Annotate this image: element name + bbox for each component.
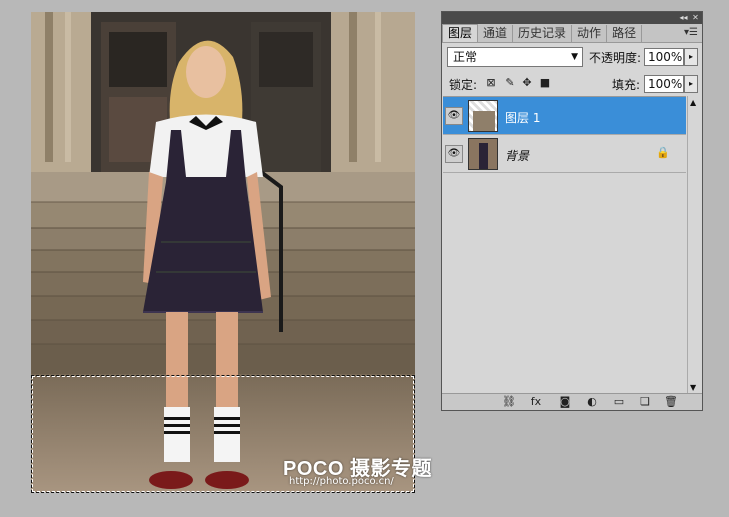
watermark-url: http://photo.poco.cn/ [289,476,394,487]
layers-list: 👁 图层 1 👁 背景 🔒 [443,96,686,395]
lock-image-icon[interactable]: ✎ [503,76,517,90]
close-icon[interactable]: ✕ [691,13,700,22]
scroll-up-icon[interactable]: ▲ [690,98,696,107]
panel-menu-icon[interactable]: ▾☰ [684,27,698,38]
new-group-icon[interactable]: ▭ [612,395,626,409]
layer-name[interactable]: 背景 [505,147,529,164]
opacity-slider-button[interactable]: ▸ [684,48,698,66]
layer-row-layer1[interactable]: 👁 图层 1 [443,97,686,135]
layer-thumbnail [468,138,498,170]
panel-bottom-toolbar: ⛓ fx ◙ ◐ ▭ ❏ 🗑 [442,393,702,410]
new-layer-icon[interactable]: ❏ [638,395,652,409]
fill-label: 填充: [612,78,641,92]
layers-panel: ◂◂ ✕ 图层 通道 历史记录 动作 路径 ▾☰ 正常 ▼ 不透明度: 100%… [441,11,703,411]
tab-history[interactable]: 历史记录 [513,25,573,42]
layer-thumbnail [468,100,498,132]
trash-icon[interactable]: 🗑 [664,395,678,409]
panel-titlebar[interactable]: ◂◂ ✕ [442,12,702,24]
eye-icon[interactable]: 👁 [445,107,463,125]
layer-mask-icon[interactable]: ◙ [558,395,572,409]
tab-actions[interactable]: 动作 [572,25,608,42]
blend-mode-select[interactable]: 正常 ▼ [447,47,583,67]
panel-tabs: 图层 通道 历史记录 动作 路径 ▾☰ [442,24,702,43]
blend-mode-value: 正常 [453,50,478,64]
opacity-input[interactable]: 100% [644,48,684,66]
lock-position-icon[interactable]: ✥ [520,76,534,90]
lock-icon: 🔒 [656,146,670,159]
opacity-label: 不透明度: [589,51,642,65]
layer-style-icon[interactable]: fx [529,395,543,409]
fill-slider-button[interactable]: ▸ [684,75,698,93]
lock-label: 锁定: [449,78,478,92]
tab-paths[interactable]: 路径 [607,25,643,42]
link-layers-icon[interactable]: ⛓ [502,395,516,409]
adjustment-layer-icon[interactable]: ◐ [585,395,599,409]
watermark: POCO 摄影专题 http://photo.poco.cn/ [283,452,432,487]
tab-layers[interactable]: 图层 [442,24,479,42]
dropdown-arrow-icon: ▼ [571,52,578,62]
layers-scrollbar[interactable]: ▲ ▼ [687,96,702,394]
scroll-down-icon[interactable]: ▼ [690,383,696,392]
fill-input[interactable]: 100% [644,75,684,93]
eye-icon[interactable]: 👁 [445,145,463,163]
tab-channels[interactable]: 通道 [478,25,514,42]
lock-all-icon[interactable]: ■ [538,76,552,90]
lock-transparency-icon[interactable]: ⊠ [484,76,498,90]
collapse-icon[interactable]: ◂◂ [679,13,688,22]
layer-name[interactable]: 图层 1 [505,109,540,126]
layer-row-background[interactable]: 👁 背景 🔒 [443,135,686,173]
